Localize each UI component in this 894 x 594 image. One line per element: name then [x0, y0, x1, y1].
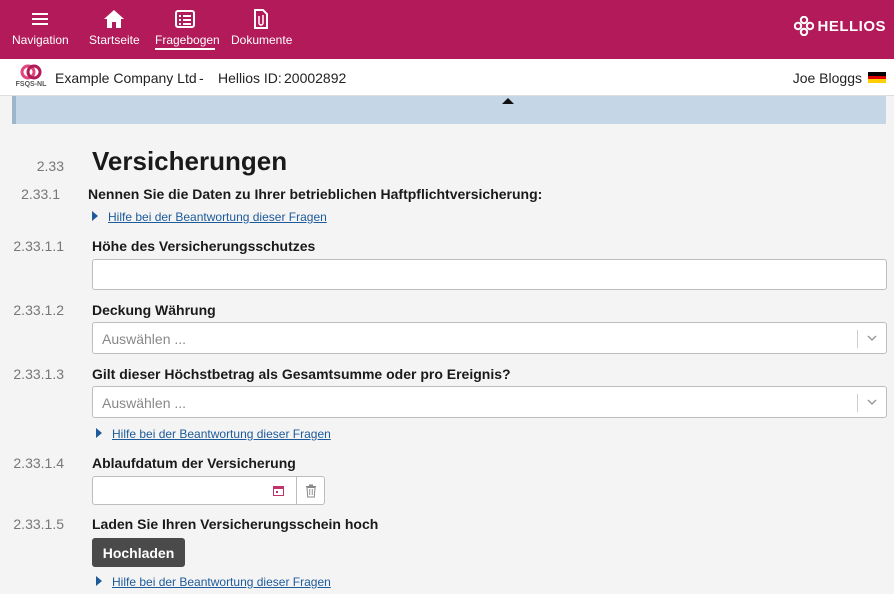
limit-type-select[interactable]: Auswählen ...: [92, 386, 887, 418]
hamburger-icon: [32, 13, 48, 25]
caret-right-icon: [92, 211, 98, 221]
company-name: Example Company Ltd: [55, 70, 197, 86]
question-text: Ablaufdatum der Versicherung: [92, 455, 296, 471]
nav-label: Fragebogen: [155, 33, 220, 50]
question-text: Laden Sie Ihren Versicherungsschein hoch: [92, 516, 379, 532]
help-link-text: Hilfe bei der Beantwortung dieser Fragen: [112, 575, 331, 589]
question-number: 2.33.1.1: [13, 238, 64, 254]
nav-label: Navigation: [12, 33, 69, 47]
nav-label: Dokumente: [231, 33, 293, 47]
caret-right-icon: [96, 428, 102, 438]
calendar-icon[interactable]: [273, 485, 284, 496]
section-title: Versicherungen: [92, 146, 288, 176]
brand-name: HELLIOS: [817, 17, 886, 35]
trash-icon: [306, 484, 316, 498]
separator: -: [199, 70, 204, 86]
fsqs-logo-icon: [20, 64, 42, 80]
question-progress-strip[interactable]: [12, 96, 886, 124]
german-flag-icon[interactable]: [868, 72, 886, 84]
question-number: 2.33.1: [21, 186, 60, 202]
fsqs-logo: FSQS-NL: [12, 64, 50, 92]
question-text: Nennen Sie die Daten zu Ihrer betrieblic…: [88, 186, 543, 202]
help-link[interactable]: Hilfe bei der Beantwortung dieser Fragen: [92, 210, 327, 224]
expiry-date-input[interactable]: [92, 476, 297, 505]
nav-documents-button[interactable]: Dokumente: [231, 8, 293, 47]
clear-date-button[interactable]: [296, 476, 325, 505]
nav-label: Startseite: [89, 33, 140, 47]
document-icon: [254, 9, 268, 29]
coverage-amount-input[interactable]: [92, 259, 887, 290]
nav-questionnaire-button[interactable]: Fragebogen: [155, 8, 220, 50]
chevron-down-icon: [867, 335, 877, 341]
question-number: 2.33.1.5: [13, 516, 64, 532]
select-placeholder: Auswählen ...: [102, 331, 187, 347]
help-link[interactable]: Hilfe bei der Beantwortung dieser Fragen: [96, 575, 331, 589]
select-divider: [857, 330, 858, 348]
company-bar: FSQS-NL Example Company Ltd - Hellios ID…: [0, 59, 894, 96]
question-text: Gilt dieser Höchstbetrag als Gesamtsumme…: [92, 366, 511, 382]
question-number: 2.33.1.4: [13, 455, 64, 471]
user-name[interactable]: Joe Bloggs: [793, 70, 862, 86]
home-icon: [104, 10, 124, 28]
help-link[interactable]: Hilfe bei der Beantwortung dieser Fragen: [96, 427, 331, 441]
hellios-id-label: Hellios ID:: [218, 70, 282, 86]
caret-right-icon: [96, 576, 102, 586]
chevron-down-icon: [867, 399, 877, 405]
select-divider: [857, 394, 858, 412]
hellios-id-value: 20002892: [284, 70, 347, 86]
select-placeholder: Auswählen ...: [102, 395, 187, 411]
question-text: Höhe des Versicherungsschutzes: [92, 238, 316, 254]
section-number: 2.33: [36, 158, 64, 174]
current-position-marker: [502, 98, 514, 104]
question-number: 2.33.1.3: [13, 366, 64, 382]
currency-select[interactable]: Auswählen ...: [92, 322, 887, 354]
fsqs-logo-text: FSQS-NL: [15, 81, 47, 88]
nav-home-button[interactable]: Startseite: [89, 8, 140, 47]
hellios-logo-icon: [794, 16, 815, 36]
help-link-text: Hilfe bei der Beantwortung dieser Fragen: [112, 427, 331, 441]
questionnaire-icon: [175, 10, 195, 28]
question-text: Deckung Währung: [92, 302, 216, 318]
top-nav-bar: Navigation Startseite Fragebogen Dokumen…: [0, 0, 894, 59]
upload-button[interactable]: Hochladen: [92, 538, 185, 567]
question-number: 2.33.1.2: [13, 302, 64, 318]
help-link-text: Hilfe bei der Beantwortung dieser Fragen: [108, 210, 327, 224]
nav-navigation-button[interactable]: Navigation: [12, 8, 69, 47]
brand-logo: HELLIOS: [794, 16, 886, 36]
